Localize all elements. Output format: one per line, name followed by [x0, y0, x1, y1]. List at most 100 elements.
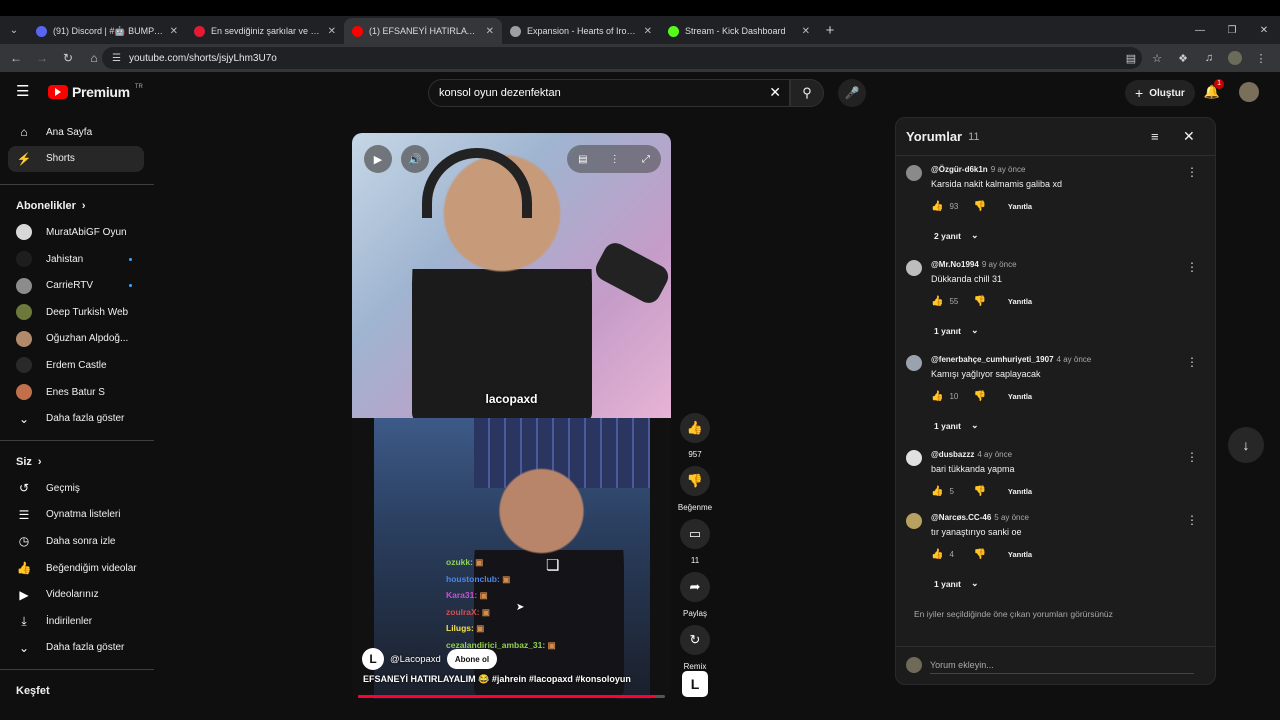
- sidebar-item-liked[interactable]: 👍 Beğendiğim videolar: [0, 555, 154, 582]
- short-caption[interactable]: EFSANEYİ HATIRLAYALIM 😂 #jahrein #lacopa…: [363, 674, 631, 685]
- tab-search-icon[interactable]: ⌄: [0, 16, 28, 44]
- sidebar-item-playlists[interactable]: ☰ Oynatma listeleri: [0, 502, 154, 529]
- media-controls-icon[interactable]: ♫: [1198, 46, 1220, 70]
- comment-author[interactable]: @dusbazzz: [931, 450, 974, 459]
- back-icon[interactable]: ←: [4, 46, 28, 70]
- microphone-icon[interactable]: 🎤: [838, 79, 866, 107]
- like-icon[interactable]: 👍: [931, 486, 943, 497]
- comment-author[interactable]: @Narcøs.CC-46: [931, 513, 991, 522]
- more-options-icon[interactable]: ⋮: [1186, 165, 1198, 179]
- reply-button[interactable]: Yanıtla: [1008, 297, 1032, 306]
- menu-icon[interactable]: ☰: [16, 84, 32, 100]
- dislike-icon[interactable]: 👎: [973, 201, 985, 212]
- comment-author[interactable]: @Özgür-d6k1n: [931, 165, 988, 174]
- progress-bar[interactable]: [358, 695, 665, 698]
- like-action[interactable]: 👍 957: [677, 413, 713, 460]
- subscription-item[interactable]: CarrieRTV: [0, 272, 154, 299]
- profile-icon[interactable]: [1224, 46, 1246, 70]
- short-player[interactable]: ▶ 🔊 ▤ ⋮ ⤢ lacopaxd ozukk: ▣ houstonclub: …: [352, 133, 671, 699]
- dislike-icon[interactable]: 👎: [973, 486, 985, 497]
- browser-tab[interactable]: Stream - Kick Dashboard ✕: [660, 18, 818, 44]
- browser-menu-icon[interactable]: ⋮: [1250, 46, 1272, 70]
- view-replies-button[interactable]: 1 yanıt ⌄: [934, 420, 978, 431]
- sidebar-item-home[interactable]: ⌂ Ana Sayfa: [0, 119, 154, 146]
- view-replies-button[interactable]: 1 yanıt ⌄: [934, 578, 978, 589]
- share-icon[interactable]: ➦: [680, 572, 710, 602]
- comments-action[interactable]: ▭ 11: [677, 519, 713, 566]
- clear-search-icon[interactable]: ✕: [769, 84, 781, 101]
- subscription-item[interactable]: Deep Turkish Web: [0, 299, 154, 326]
- view-replies-button[interactable]: 2 yanıt ⌄: [934, 230, 978, 241]
- reply-button[interactable]: Yanıtla: [1008, 550, 1032, 559]
- close-window-icon[interactable]: ✕: [1248, 16, 1280, 44]
- sidebar-item-chevron-down[interactable]: ⌄ Daha fazla göster: [0, 635, 154, 662]
- fullscreen-icon[interactable]: ⤢: [642, 154, 650, 165]
- reload-icon[interactable]: ↻: [56, 46, 80, 70]
- create-button[interactable]: + Oluştur: [1125, 80, 1195, 106]
- reply-button[interactable]: Yanıtla: [1008, 487, 1032, 496]
- url-field[interactable]: ☰ youtube.com/shorts/jsjyLhm3U7o: [102, 47, 1142, 69]
- sort-icon[interactable]: ≡: [1151, 129, 1159, 144]
- browser-tab[interactable]: Expansion - Hearts of Iron IV: N ✕: [502, 18, 660, 44]
- remix-action[interactable]: ↻ Remix: [677, 625, 713, 672]
- like-icon[interactable]: 👍: [931, 201, 943, 212]
- search-icon[interactable]: ⚲: [790, 79, 824, 107]
- more-options-icon[interactable]: ⋮: [1186, 260, 1198, 274]
- like-icon[interactable]: 👍: [680, 413, 710, 443]
- reply-button[interactable]: Yanıtla: [1008, 392, 1032, 401]
- close-tab-icon[interactable]: ✕: [170, 26, 178, 37]
- sidebar-item-watch-later[interactable]: ◷ Daha sonra izle: [0, 528, 154, 555]
- subscribe-button[interactable]: Abone ol: [446, 649, 498, 669]
- browser-tab[interactable]: (1) EFSANEYİ HATIRLAYALIM 😂 ✕: [344, 18, 502, 44]
- like-icon[interactable]: 👍: [931, 296, 943, 307]
- you-header[interactable]: Siz ›: [0, 449, 154, 475]
- like-icon[interactable]: 👍: [931, 549, 943, 560]
- bookmark-star-icon[interactable]: ☆: [1146, 46, 1168, 70]
- reply-button[interactable]: Yanıtla: [1008, 202, 1032, 211]
- comment-input[interactable]: Yorum ekleyin...: [930, 660, 1194, 674]
- dislike-action[interactable]: 👎 Beğenme: [677, 466, 713, 513]
- search-input[interactable]: konsol oyun dezenfektan ✕: [428, 79, 790, 107]
- subscription-item[interactable]: Erdem Castle: [0, 352, 154, 379]
- commenter-avatar[interactable]: [906, 355, 922, 371]
- more-options-icon[interactable]: ⋮: [1186, 355, 1198, 369]
- browser-tab[interactable]: En sevdiğiniz şarkılar ve albüml ✕: [186, 18, 344, 44]
- channel-name[interactable]: @Lacopaxd: [390, 654, 441, 665]
- dislike-icon[interactable]: 👎: [973, 296, 985, 307]
- close-tab-icon[interactable]: ✕: [644, 26, 652, 37]
- dislike-icon[interactable]: 👎: [680, 466, 710, 496]
- extensions-icon[interactable]: ❖: [1172, 46, 1194, 70]
- close-icon[interactable]: ✕: [1183, 128, 1195, 145]
- volume-icon[interactable]: 🔊: [401, 145, 429, 173]
- comment-author[interactable]: @Mr.No1994: [931, 260, 979, 269]
- notifications-bell-icon[interactable]: 🔔 1: [1202, 79, 1224, 102]
- view-replies-button[interactable]: 1 yanıt ⌄: [934, 325, 978, 336]
- subscription-item[interactable]: Jahistan: [0, 246, 154, 273]
- comments-icon[interactable]: ▭: [680, 519, 710, 549]
- audio-thumbnail[interactable]: L: [682, 671, 708, 697]
- play-icon[interactable]: ▶: [364, 145, 392, 173]
- browser-tab[interactable]: (91) Discord | #🤖 BUMP | Nnum ✕: [28, 18, 186, 44]
- like-icon[interactable]: 👍: [931, 391, 943, 402]
- close-tab-icon[interactable]: ✕: [486, 26, 494, 37]
- subs-show-more[interactable]: ⌄ Daha fazla göster: [0, 405, 154, 432]
- subscription-item[interactable]: Oğuzhan Alpdoğ...: [0, 326, 154, 353]
- remix-icon[interactable]: ↻: [680, 625, 710, 655]
- minimize-icon[interactable]: —: [1184, 16, 1216, 44]
- subscriptions-header[interactable]: Abonelikler ›: [0, 193, 154, 219]
- commenter-avatar[interactable]: [906, 450, 922, 466]
- comment-author[interactable]: @fenerbahçe_cumhuriyeti_1907: [931, 355, 1054, 364]
- commenter-avatar[interactable]: [906, 165, 922, 181]
- more-options-icon[interactable]: ⋮: [1186, 513, 1198, 527]
- commenter-avatar[interactable]: [906, 513, 922, 529]
- new-tab-button[interactable]: +: [818, 18, 842, 42]
- sidebar-item-shorts[interactable]: ⚡ Shorts: [8, 145, 144, 173]
- sidebar-item-history[interactable]: ↺ Geçmiş: [0, 475, 154, 502]
- forward-icon[interactable]: →: [30, 46, 54, 70]
- site-info-icon[interactable]: ☰: [112, 53, 121, 64]
- more-options-icon[interactable]: ⋮: [610, 154, 620, 165]
- more-options-icon[interactable]: ⋮: [1186, 450, 1198, 464]
- close-tab-icon[interactable]: ✕: [802, 26, 810, 37]
- sidebar-item-your-videos[interactable]: ▶ Videolarınız: [0, 581, 154, 608]
- next-short-button[interactable]: ↓: [1228, 427, 1264, 463]
